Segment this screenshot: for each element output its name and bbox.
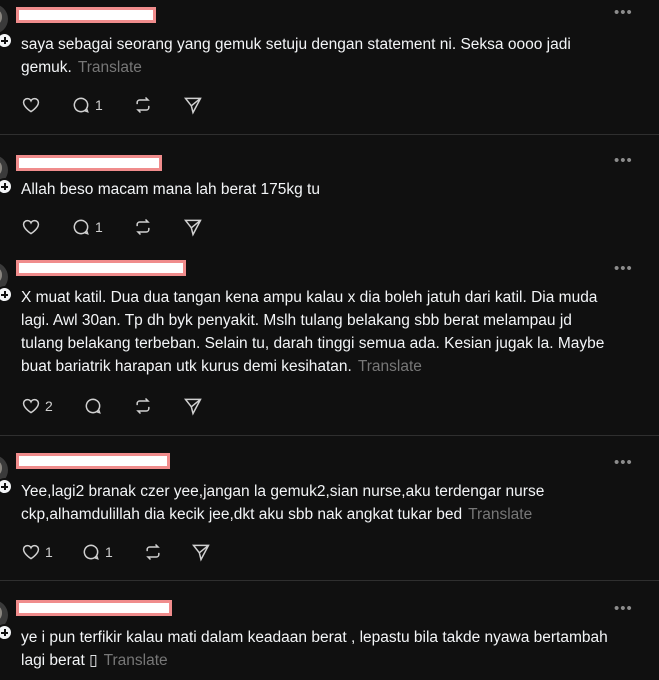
divider — [0, 134, 659, 135]
more-icon[interactable]: ••• — [614, 4, 633, 21]
send-icon — [191, 544, 210, 562]
like-button[interactable] — [21, 94, 45, 116]
redacted-username[interactable] — [16, 155, 162, 171]
avatar[interactable] — [0, 4, 8, 34]
post-text-content: Allah beso macam mana lah berat 175kg tu — [21, 181, 320, 198]
reply-count: 1 — [95, 97, 103, 113]
like-button[interactable]: 1 — [21, 541, 53, 563]
more-icon[interactable]: ••• — [614, 260, 633, 277]
post-text-content: X muat katil. Dua dua tangan kena ampu k… — [21, 289, 605, 375]
send-icon — [183, 97, 202, 115]
repost-icon — [136, 96, 150, 114]
translate-link[interactable]: Translate — [104, 652, 168, 669]
follow-plus-icon[interactable] — [0, 178, 13, 195]
reply-button[interactable]: 1 — [71, 94, 103, 116]
redacted-username[interactable] — [16, 7, 156, 23]
post-text-content: Yee,lagi2 branak czer yee,jangan la gemu… — [21, 483, 545, 523]
comment-icon — [83, 544, 99, 560]
send-icon — [183, 398, 202, 416]
repost-button[interactable] — [133, 395, 153, 417]
like-count: 2 — [45, 398, 53, 414]
redacted-username[interactable] — [16, 600, 172, 616]
heart-icon — [22, 97, 40, 113]
repost-icon — [136, 218, 150, 236]
like-count: 1 — [45, 544, 53, 560]
reply-count: 1 — [105, 544, 113, 560]
redacted-username[interactable] — [16, 260, 186, 276]
more-icon[interactable]: ••• — [614, 600, 633, 617]
repost-button[interactable] — [133, 94, 153, 116]
reply-button[interactable]: 1 — [71, 216, 103, 238]
follow-plus-icon[interactable] — [0, 286, 13, 303]
more-icon[interactable]: ••• — [614, 152, 633, 169]
repost-button[interactable] — [143, 541, 163, 563]
repost-icon — [136, 397, 150, 415]
follow-plus-icon[interactable] — [0, 624, 13, 641]
like-button[interactable]: 2 — [21, 395, 53, 417]
share-button[interactable] — [183, 395, 203, 417]
send-icon — [183, 219, 202, 237]
post-text: Yee,lagi2 branak czer yee,jangan la gemu… — [21, 480, 611, 526]
post-text: X muat katil. Dua dua tangan kena ampu k… — [21, 286, 611, 378]
repost-icon — [146, 543, 160, 561]
heart-icon — [22, 219, 40, 235]
like-button[interactable] — [21, 216, 45, 238]
follow-plus-icon[interactable] — [0, 478, 13, 495]
redacted-username[interactable] — [16, 453, 170, 469]
post-text: ye i pun terfikir kalau mati dalam keada… — [21, 626, 611, 672]
translate-link[interactable]: Translate — [468, 506, 532, 523]
more-icon[interactable]: ••• — [614, 454, 633, 471]
heart-icon — [22, 398, 40, 414]
translate-link[interactable]: Translate — [78, 59, 142, 76]
share-button[interactable] — [183, 216, 203, 238]
share-button[interactable] — [183, 94, 203, 116]
post-text: Allah beso macam mana lah berat 175kg tu — [21, 178, 641, 201]
share-button[interactable] — [191, 541, 211, 563]
reply-button[interactable] — [83, 395, 107, 417]
comment-icon — [73, 97, 89, 113]
reply-count: 1 — [95, 219, 103, 235]
post-text: saya sebagai seorang yang gemuk setuju d… — [21, 33, 641, 79]
reply-button[interactable]: 1 — [81, 541, 113, 563]
follow-plus-icon[interactable] — [0, 32, 13, 49]
repost-button[interactable] — [133, 216, 153, 238]
heart-icon — [22, 544, 40, 560]
divider — [0, 435, 659, 436]
divider — [0, 580, 659, 581]
comment-icon — [73, 219, 89, 235]
translate-link[interactable]: Translate — [358, 358, 422, 375]
comment-icon — [85, 398, 101, 414]
